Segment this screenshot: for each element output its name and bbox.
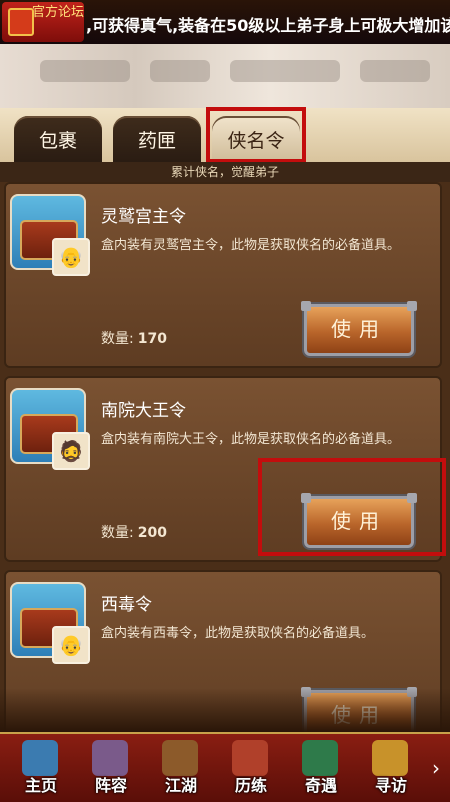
item-description: 盒内装有灵鹫宫主令，此物是获取侠名的必备道具。 bbox=[101, 238, 401, 253]
item-chest-icon: 👴 bbox=[10, 194, 90, 276]
tab-bag[interactable]: 包裹 bbox=[14, 116, 102, 162]
portrait-icon: 👴 bbox=[52, 238, 90, 276]
nav-label: 主页 bbox=[24, 776, 57, 795]
quantity-label: 数量: bbox=[101, 331, 134, 347]
nav-training[interactable]: 历练 bbox=[220, 738, 282, 800]
item-description: 盒内装有南院大王令，此物是获取侠名的必备道具。 bbox=[101, 432, 401, 447]
sword-icon bbox=[162, 740, 198, 776]
nav-label: 历练 bbox=[234, 776, 267, 795]
item-name: 灵鹫宫主令 bbox=[101, 207, 186, 227]
button-highlight-box bbox=[258, 458, 446, 556]
formation-icon bbox=[92, 740, 128, 776]
quantity-label: 数量: bbox=[101, 525, 134, 541]
blurred-info-bar bbox=[0, 44, 450, 108]
chevron-right-icon[interactable]: › bbox=[432, 756, 448, 780]
item-name: 南院大王令 bbox=[101, 401, 186, 421]
item-chest-icon: 👴 bbox=[10, 582, 90, 664]
scrolling-notice: ,可获得真气,装备在50级以上弟子身上可极大增加该 bbox=[86, 16, 450, 35]
item-card: 👴 灵鹫宫主令 盒内装有灵鹫宫主令，此物是获取侠名的必备道具。 数量: 170 使… bbox=[4, 182, 442, 368]
official-forum-logo[interactable]: 官方论坛 bbox=[2, 2, 84, 42]
nav-label: 阵容 bbox=[94, 776, 127, 795]
logo-text: 官方论坛 bbox=[32, 5, 85, 20]
item-list[interactable]: 👴 灵鹫宫主令 盒内装有灵鹫宫主令，此物是获取侠名的必备道具。 数量: 170 使… bbox=[0, 182, 450, 756]
gift-icon bbox=[8, 8, 34, 36]
ingot-icon bbox=[372, 740, 408, 776]
nav-label: 江湖 bbox=[164, 776, 197, 795]
nav-home[interactable]: 主页 bbox=[10, 738, 72, 800]
home-icon bbox=[22, 740, 58, 776]
use-button[interactable]: 使用 bbox=[301, 301, 417, 356]
nav-label: 奇遇 bbox=[304, 776, 337, 795]
tab-highlight-box bbox=[206, 107, 306, 163]
list-fade bbox=[0, 688, 450, 732]
item-quantity: 数量: 170 bbox=[101, 328, 167, 348]
subtitle: 累计侠名，觉醒弟子 bbox=[0, 162, 450, 182]
nav-jianghu[interactable]: 江湖 bbox=[150, 738, 212, 800]
bottom-nav: 主页 阵容 江湖 历练 奇遇 寻访 › bbox=[0, 732, 450, 802]
portrait-icon: 🧔 bbox=[52, 432, 90, 470]
mountain-icon bbox=[302, 740, 338, 776]
portrait-icon: 👴 bbox=[52, 626, 90, 664]
nav-label: 寻访 bbox=[374, 776, 407, 795]
quantity-value: 200 bbox=[137, 525, 167, 541]
item-name: 西毒令 bbox=[101, 595, 152, 615]
quantity-value: 170 bbox=[137, 331, 167, 347]
nav-adventure[interactable]: 奇遇 bbox=[290, 738, 352, 800]
nav-visit[interactable]: 寻访 bbox=[360, 738, 422, 800]
item-quantity: 数量: 200 bbox=[101, 522, 167, 542]
nav-formation[interactable]: 阵容 bbox=[80, 738, 142, 800]
top-banner: 官方论坛 ,可获得真气,装备在50级以上弟子身上可极大增加该 bbox=[0, 0, 450, 44]
tab-medicine[interactable]: 药匣 bbox=[113, 116, 201, 162]
item-chest-icon: 🧔 bbox=[10, 388, 90, 470]
training-icon bbox=[232, 740, 268, 776]
item-description: 盒内装有西毒令，此物是获取侠名的必备道具。 bbox=[101, 626, 375, 641]
